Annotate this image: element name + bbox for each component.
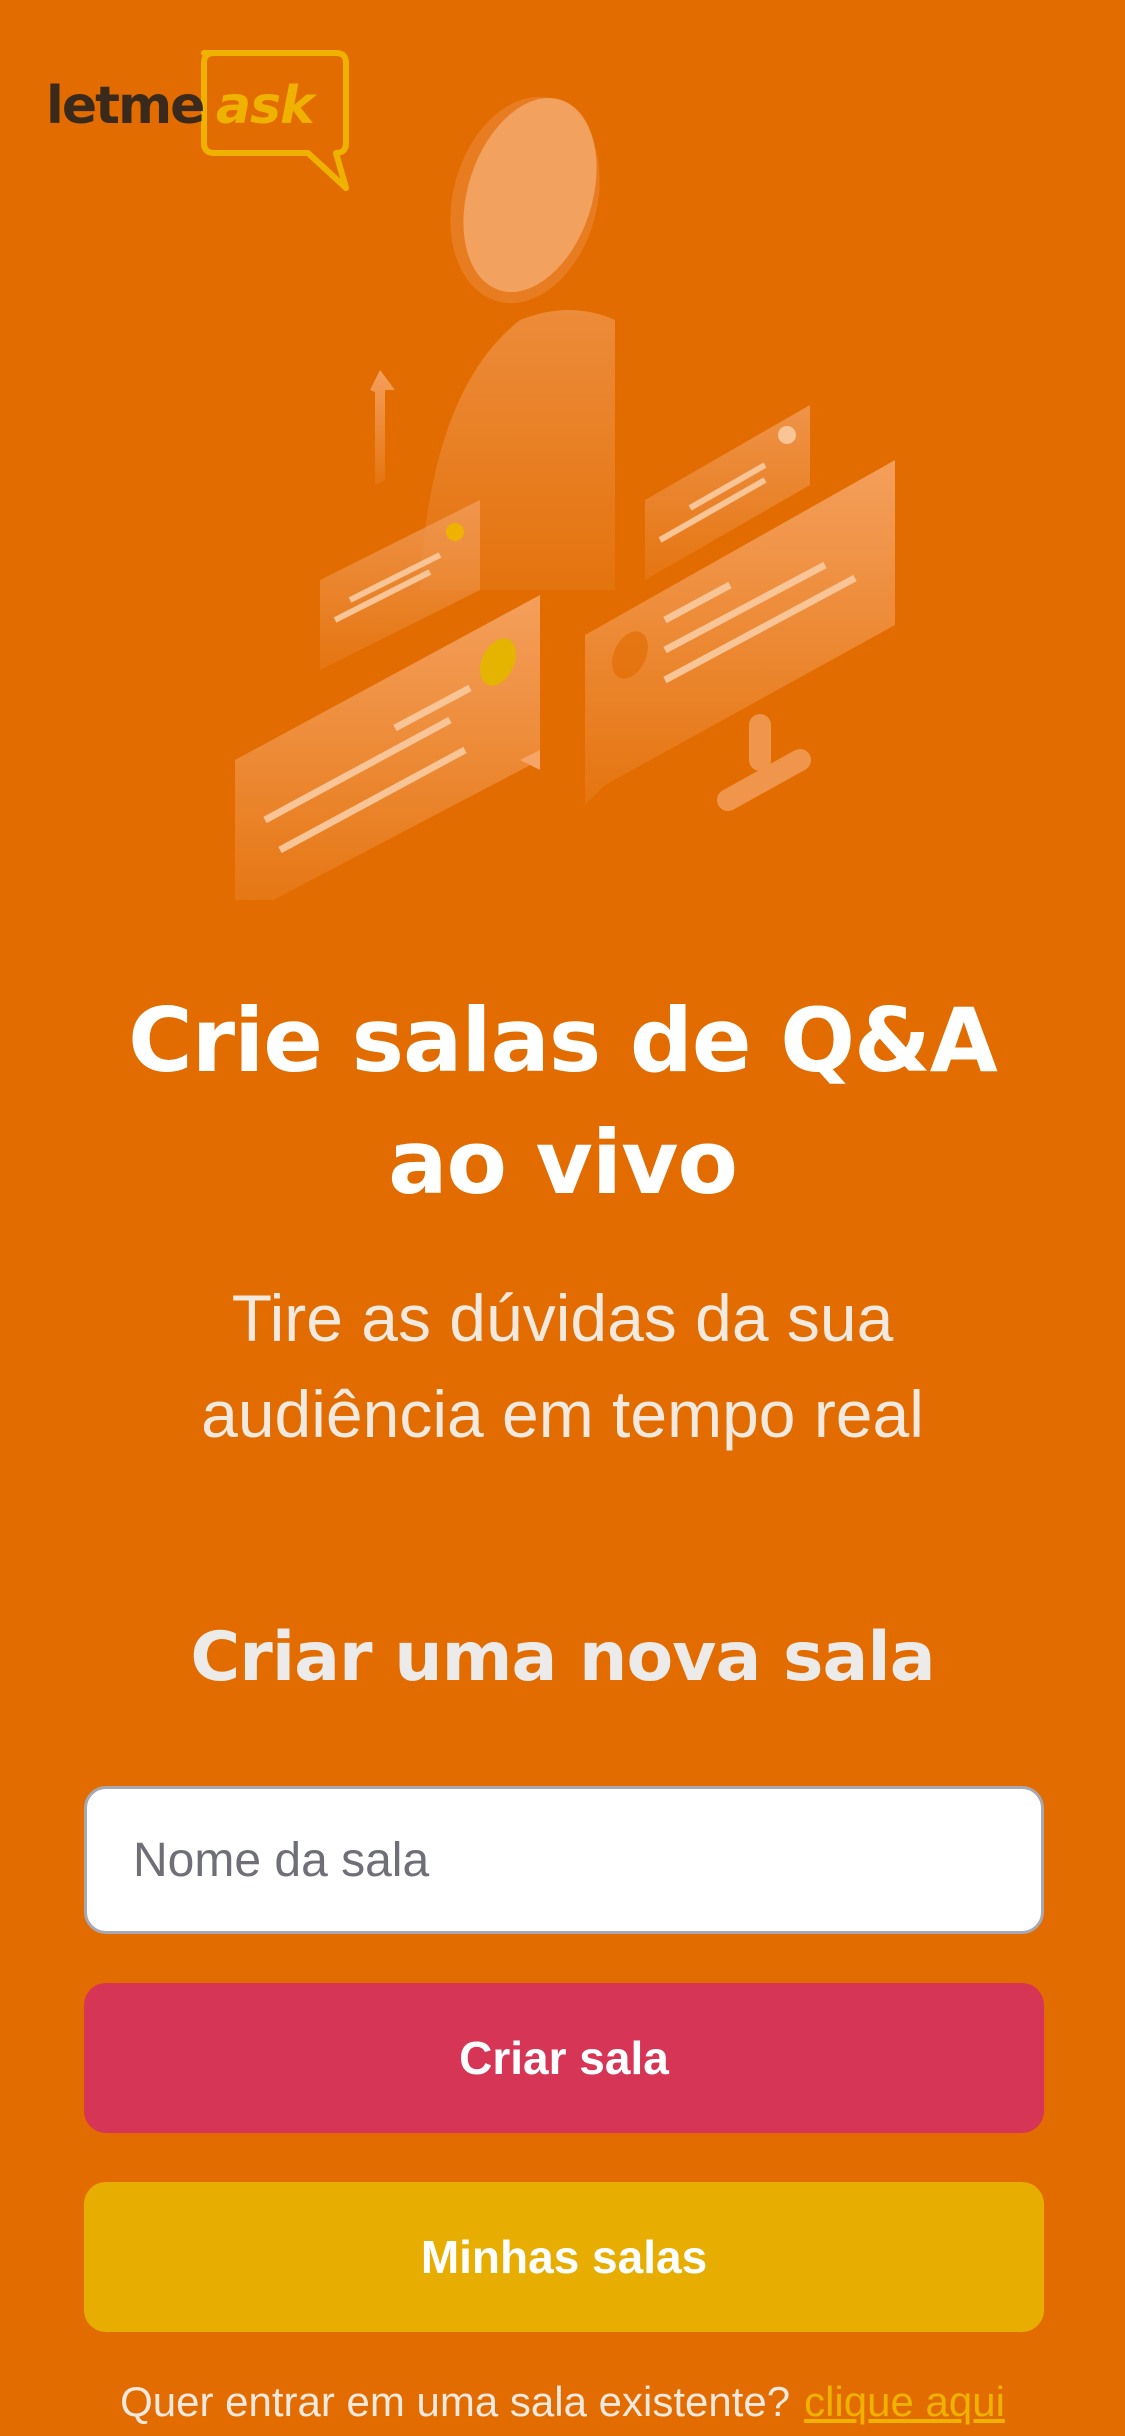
hero-title-line2: ao vivo	[388, 1111, 738, 1214]
join-room-link[interactable]: clique aqui	[804, 2378, 1005, 2425]
plus-icon	[717, 714, 811, 811]
hero-title: Crie salas de Q&A ao vivo	[0, 980, 1125, 1224]
join-room-text: Quer entrar em uma sala existente?	[120, 2378, 791, 2425]
big-card-left	[235, 595, 540, 900]
join-room-prompt: Quer entrar em uma sala existente? clique…	[0, 2378, 1125, 2426]
qa-illustration	[235, 96, 895, 900]
create-room-button[interactable]: Criar sala	[84, 1983, 1044, 2133]
room-name-input[interactable]	[84, 1786, 1044, 1934]
hero-title-line1: Crie salas de Q&A	[128, 989, 998, 1092]
hero-subtitle-line1: Tire as dúvidas da sua	[231, 1281, 894, 1355]
hero-subtitle: Tire as dúvidas da sua audiência em temp…	[0, 1270, 1125, 1462]
my-rooms-button[interactable]: Minhas salas	[84, 2182, 1044, 2332]
hero-subtitle-line2: audiência em tempo real	[201, 1377, 924, 1451]
small-card-left-dot	[446, 523, 464, 541]
arrow-up-icon	[370, 370, 395, 485]
logo-letme-text: letme	[46, 76, 205, 136]
create-room-title: Criar uma nova sala	[190, 1618, 935, 1697]
